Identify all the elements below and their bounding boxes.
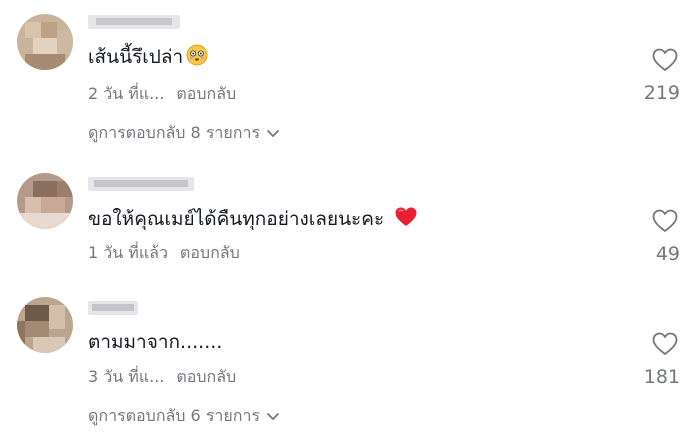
avatar[interactable]	[17, 297, 73, 353]
comment-item: ตามมาจาก....... 3 วัน ที่แ... ตอบกลับ ดูก…	[0, 285, 700, 435]
comment-text: ขอให้คุณเมย์ได้คืนทุกอย่างเลยนะคะ	[88, 206, 418, 231]
comment-time: 2 วัน ที่แ...	[88, 84, 165, 103]
like-count: 219	[643, 82, 680, 104]
username-blurred[interactable]	[88, 177, 194, 191]
avatar[interactable]	[17, 14, 73, 70]
chevron-down-icon	[267, 412, 279, 420]
heart-outline-icon	[652, 332, 678, 355]
view-replies-label: ดูการตอบกลับ 6 รายการ	[88, 406, 261, 425]
comment-item: ขอให้คุณเมย์ได้คืนทุกอย่างเลยนะคะ 1 วัน …	[0, 160, 700, 285]
comment-meta: 2 วัน ที่แ... ตอบกลับ	[88, 84, 236, 104]
view-replies-label: ดูการตอบกลับ 8 รายการ	[88, 123, 261, 142]
like-button[interactable]: 219	[620, 48, 680, 104]
avatar[interactable]	[17, 173, 73, 229]
comment-text: เส้นนี้รึเปล่า	[88, 44, 208, 69]
comment-text: ตามมาจาก.......	[88, 331, 223, 353]
comment-meta: 3 วัน ที่แ... ตอบกลับ	[88, 367, 236, 387]
comment-meta: 1 วัน ที่แล้ว ตอบกลับ	[88, 243, 240, 263]
like-count: 181	[643, 366, 680, 388]
flushed-face-icon	[186, 44, 208, 66]
like-button[interactable]: 181	[620, 332, 680, 388]
view-replies-button[interactable]: ดูการตอบกลับ 8 รายการ	[88, 123, 280, 143]
comment-item: เส้นนี้รึเปล่า 2 วัน ที่แ... ตอบกลับ ดูกา…	[0, 0, 700, 160]
heart-outline-icon	[652, 48, 678, 71]
reply-button[interactable]: ตอบกลับ	[176, 367, 236, 386]
like-button[interactable]: 49	[620, 209, 680, 265]
chevron-down-icon	[267, 129, 279, 137]
red-heart-icon	[395, 207, 417, 226]
like-count: 49	[655, 243, 680, 265]
comment-time: 3 วัน ที่แ...	[88, 367, 165, 386]
username-blurred[interactable]	[88, 301, 138, 315]
view-replies-button[interactable]: ดูการตอบกลับ 6 รายการ	[88, 406, 280, 426]
heart-outline-icon	[652, 209, 678, 232]
username-blurred[interactable]	[88, 15, 180, 29]
reply-button[interactable]: ตอบกลับ	[180, 243, 240, 262]
comment-time: 1 วัน ที่แล้ว	[88, 243, 168, 262]
reply-button[interactable]: ตอบกลับ	[176, 84, 236, 103]
